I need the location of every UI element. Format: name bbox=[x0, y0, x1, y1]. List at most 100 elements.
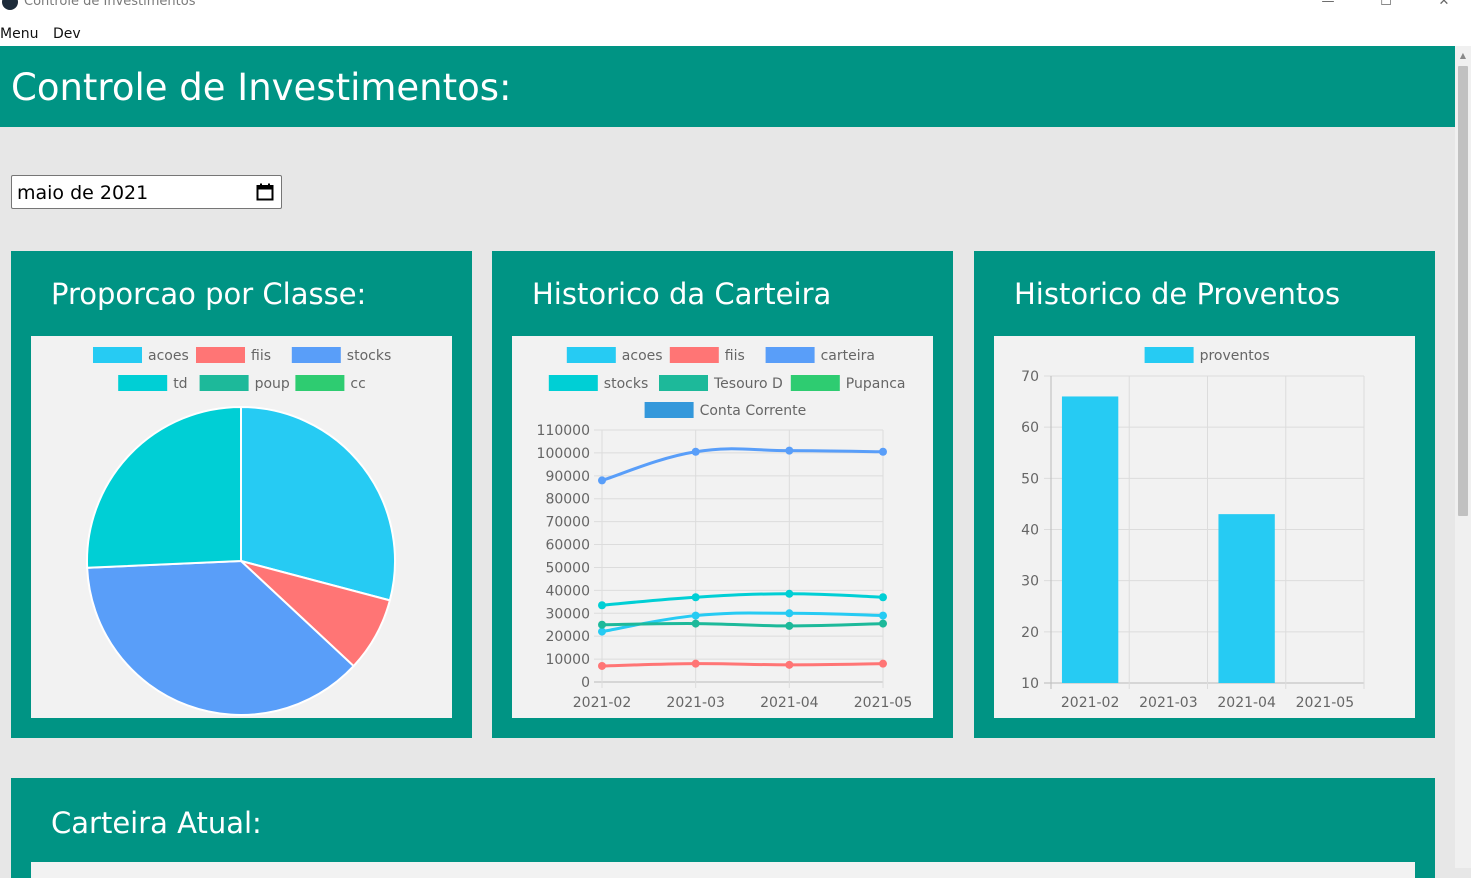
vertical-scrollbar[interactable]: ▲ bbox=[1455, 46, 1471, 868]
line-chart: acoes fiis carteira stocks Tesouro D Pupanca C… bbox=[537, 347, 913, 711]
data-point-stocks bbox=[879, 593, 887, 602]
menu-item-menu[interactable]: Menu bbox=[0, 24, 38, 44]
pie-slice-td bbox=[86, 405, 242, 569]
maximize-icon[interactable]: ☐ bbox=[1376, 0, 1396, 10]
legend-swatch-proventos bbox=[1144, 347, 1194, 363]
y-tick-label: 40000 bbox=[545, 583, 590, 599]
x-tick-label: 2021-04 bbox=[1217, 695, 1276, 711]
month-picker-input[interactable]: maio de 2021 bbox=[11, 175, 282, 209]
line-chart-area: acoes fiis carteira stocks Tesouro D Pupanca C… bbox=[512, 336, 933, 718]
card-title-pie: Proporcao por Classe: bbox=[51, 277, 367, 311]
x-tick-label: 2021-05 bbox=[1296, 695, 1355, 711]
portfolio-table-area bbox=[31, 862, 1415, 878]
data-point-carteira bbox=[598, 476, 606, 485]
data-point-carteira bbox=[691, 447, 700, 456]
bar-2021-02 bbox=[1061, 396, 1119, 683]
data-point-acoes bbox=[785, 609, 794, 618]
y-tick-label: 100000 bbox=[537, 446, 590, 462]
data-point-fiis bbox=[691, 659, 700, 668]
data-point-tesouro-d bbox=[691, 619, 700, 628]
y-tick-label: 20 bbox=[1021, 625, 1039, 641]
legend-label-poup: poup bbox=[255, 376, 290, 392]
menubar: Menu Dev bbox=[0, 24, 1471, 46]
legend-label-carteira: carteira bbox=[821, 348, 875, 364]
card-title-portfolio: Carteira Atual: bbox=[51, 806, 262, 840]
month-picker-value: maio de 2021 bbox=[17, 182, 149, 204]
series-line-acoes bbox=[601, 611, 884, 634]
legend-swatch-conta-corrente bbox=[644, 402, 694, 418]
bar-2021-04 bbox=[1218, 514, 1275, 683]
card-current-portfolio: Carteira Atual: bbox=[11, 778, 1435, 878]
data-point-stocks bbox=[785, 589, 794, 598]
card-portfolio-history: Historico da Carteira acoes fiis carteira s… bbox=[492, 251, 953, 738]
bar-chart: proventos 10 20 30 40 50 60 70 2021-02 2021-03 202… bbox=[1021, 347, 1365, 711]
page-title: Controle de Investimentos: bbox=[11, 66, 512, 109]
legend-swatch-fiis bbox=[196, 347, 245, 363]
y-tick-label: 10 bbox=[1021, 676, 1039, 692]
legend-label-stocks: stocks bbox=[347, 348, 391, 364]
series-line-tesouro-d bbox=[601, 622, 884, 628]
legend-label-proventos: proventos bbox=[1200, 348, 1270, 364]
x-tick-label: 2021-04 bbox=[760, 695, 819, 711]
window-titlebar: Controle de Investimentos — ☐ ✕ bbox=[0, 0, 1471, 24]
y-tick-label: 80000 bbox=[545, 492, 590, 508]
legend-swatch-tesouro-d bbox=[659, 375, 708, 391]
data-point-carteira bbox=[879, 447, 887, 456]
y-tick-label: 50 bbox=[1021, 471, 1039, 487]
legend-swatch-stocks bbox=[291, 347, 341, 363]
y-tick-label: 60 bbox=[1021, 420, 1039, 436]
legend-swatch-carteira bbox=[765, 347, 815, 363]
x-tick-label: 2021-05 bbox=[854, 695, 913, 711]
y-tick-label: 90000 bbox=[545, 469, 590, 485]
minimize-icon[interactable]: — bbox=[1318, 0, 1338, 10]
y-tick-label: 60000 bbox=[545, 538, 590, 554]
menu-item-dev[interactable]: Dev bbox=[53, 24, 81, 44]
legend-swatch-pupanca bbox=[790, 375, 840, 391]
y-tick-label: 10000 bbox=[545, 652, 590, 668]
legend-label-conta-corrente: Conta Corrente bbox=[700, 403, 807, 419]
legend-swatch-td bbox=[118, 375, 168, 391]
x-tick-label: 2021-03 bbox=[666, 695, 725, 711]
data-point-fiis bbox=[879, 659, 887, 668]
scroll-up-icon[interactable]: ▲ bbox=[1455, 50, 1471, 62]
window-title: Controle de Investimentos bbox=[24, 0, 196, 9]
x-tick-label: 2021-02 bbox=[1061, 695, 1120, 711]
bar-chart-area: proventos 10 20 30 40 50 60 70 2021-02 2021-03 202… bbox=[994, 336, 1415, 718]
card-title-bar: Historico de Proventos bbox=[1014, 277, 1341, 311]
data-point-acoes bbox=[598, 627, 606, 636]
y-tick-label: 110000 bbox=[537, 423, 590, 439]
scroll-thumb[interactable] bbox=[1458, 66, 1468, 516]
calendar-icon[interactable] bbox=[256, 183, 274, 201]
data-point-fiis bbox=[598, 661, 606, 670]
legend-label-stocks: stocks bbox=[604, 376, 648, 392]
card-class-proportion: Proporcao por Classe: acoes fiis stocks td p… bbox=[11, 251, 472, 738]
card-title-line: Historico da Carteira bbox=[532, 277, 832, 311]
card-earnings-history: Historico de Proventos proventos 10 20 30 40… bbox=[974, 251, 1435, 738]
x-tick-label: 2021-02 bbox=[573, 695, 632, 711]
legend-swatch-acoes bbox=[93, 347, 142, 363]
legend-swatch-cc bbox=[295, 375, 345, 391]
legend-label-acoes: acoes bbox=[622, 348, 663, 364]
data-point-stocks bbox=[691, 593, 700, 602]
pie-chart: acoes fiis stocks td poup cc bbox=[86, 347, 396, 716]
y-tick-label: 50000 bbox=[545, 560, 590, 576]
legend-label-fiis: fiis bbox=[251, 348, 271, 364]
legend-label-fiis: fiis bbox=[725, 348, 745, 364]
legend-label-tesouro-d: Tesouro D bbox=[713, 376, 783, 392]
legend-swatch-fiis bbox=[669, 347, 719, 363]
legend-swatch-stocks bbox=[548, 375, 598, 391]
page-header: Controle de Investimentos: bbox=[0, 46, 1455, 127]
legend-label-acoes: acoes bbox=[148, 348, 189, 364]
y-tick-label: 70000 bbox=[545, 515, 590, 531]
legend-swatch-acoes bbox=[566, 347, 616, 363]
y-tick-label: 40 bbox=[1021, 523, 1039, 539]
close-icon[interactable]: ✕ bbox=[1434, 0, 1454, 10]
series-line-stocks bbox=[601, 592, 884, 607]
data-point-carteira bbox=[785, 446, 794, 455]
y-tick-label: 0 bbox=[581, 675, 590, 691]
y-tick-label: 30000 bbox=[545, 606, 590, 622]
app-icon bbox=[2, 0, 18, 10]
data-point-tesouro-d bbox=[785, 621, 794, 630]
data-point-acoes bbox=[691, 611, 700, 620]
x-tick-label: 2021-03 bbox=[1139, 695, 1198, 711]
